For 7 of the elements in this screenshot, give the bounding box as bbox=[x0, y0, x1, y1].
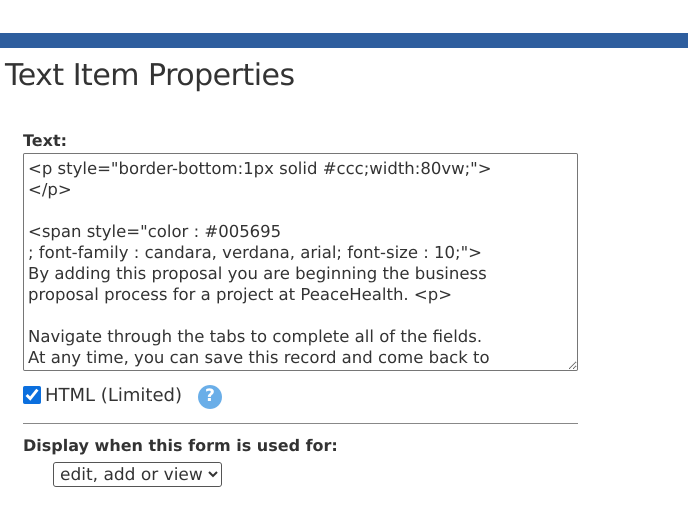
display-select[interactable]: edit, add or view bbox=[53, 462, 222, 487]
text-area[interactable]: <p style="border-bottom:1px solid #ccc;width:80vw;"> </p> <span style="color : #005695 ; font-family : candara, verdana, arial; font-size : 10;"> By adding this proposal you are beginning the business proposal process for a project at PeaceHealth. <p> Navigate through the tabs to complete all of the fields. At any time, you can save this record and come back to bbox=[23, 153, 578, 371]
field-label: Display when this form is used for: bbox=[23, 435, 339, 457]
page-title: Text Item Properties bbox=[5, 58, 296, 94]
checkbox-label[interactable]: HTML (Limited) bbox=[45, 382, 182, 408]
field-label: Text: bbox=[23, 130, 68, 152]
html-checkbox[interactable] bbox=[23, 386, 41, 404]
